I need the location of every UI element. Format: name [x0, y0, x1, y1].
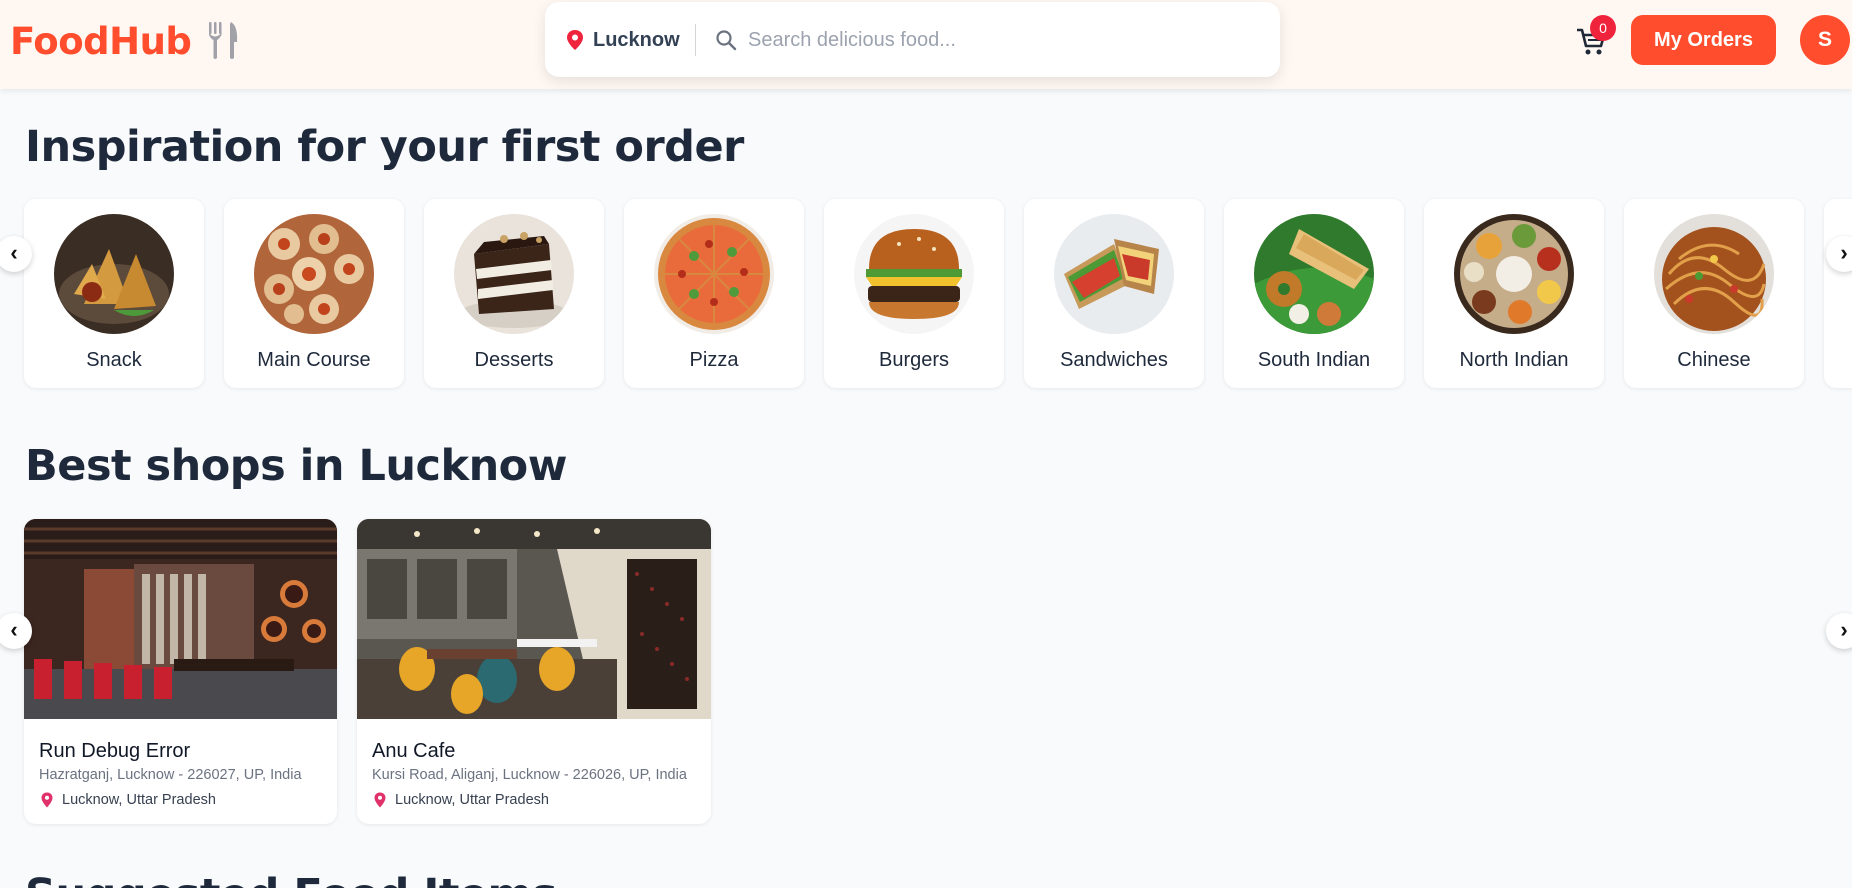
category-card-main-course[interactable]: Main Course — [224, 199, 404, 388]
category-label: Pizza — [689, 349, 739, 371]
shop-card-run-debug-error[interactable]: Run Debug Error Hazratganj, Lucknow - 22… — [24, 519, 337, 824]
shop-city: Lucknow, Uttar Pradesh — [395, 792, 549, 808]
pizza-image — [654, 214, 774, 334]
burgers-image — [854, 214, 974, 334]
location-pin-icon — [567, 30, 583, 50]
category-label: Main Course — [257, 349, 371, 371]
shop-address: Kursi Road, Aliganj, Lucknow - 226026, U… — [372, 767, 687, 783]
category-card-pizza[interactable]: Pizza — [624, 199, 804, 388]
category-card-snack[interactable]: Snack — [24, 199, 204, 388]
category-card-south-indian[interactable]: South Indian — [1224, 199, 1404, 388]
main-course-image — [254, 214, 374, 334]
location-selector[interactable]: Lucknow — [593, 29, 680, 52]
category-label: Burgers — [878, 349, 950, 371]
search-divider — [695, 24, 696, 56]
sandwiches-image — [1054, 214, 1174, 334]
chinese-image — [1654, 214, 1774, 334]
desserts-image — [454, 214, 574, 334]
category-card-desserts[interactable]: Desserts — [424, 199, 604, 388]
north-indian-image — [1454, 214, 1574, 334]
category-card-burgers[interactable]: Burgers — [824, 199, 1004, 388]
category-label: Chinese — [1677, 349, 1751, 371]
suggested-items-section-title: Suggested Food Items — [25, 870, 557, 888]
category-label: North Indian — [1459, 349, 1569, 371]
category-label: Desserts — [474, 349, 554, 371]
search-input[interactable] — [748, 22, 1248, 58]
shop-image — [357, 519, 711, 719]
fork-knife-icon — [209, 22, 238, 59]
my-orders-button[interactable]: My Orders — [1631, 15, 1776, 65]
app-logo[interactable]: FoodHub — [10, 20, 192, 63]
search-icon — [716, 30, 737, 51]
location-pin-icon — [374, 792, 386, 808]
shop-card-anu-cafe[interactable]: Anu Cafe Kursi Road, Aliganj, Lucknow - … — [357, 519, 711, 824]
search-bar: Lucknow — [545, 2, 1280, 77]
category-card-partial — [1824, 199, 1852, 388]
shop-name: Anu Cafe — [372, 740, 456, 762]
cart-count-badge: 0 — [1590, 15, 1616, 41]
shop-image — [24, 519, 337, 719]
user-avatar[interactable]: S — [1800, 15, 1850, 65]
shop-address: Hazratganj, Lucknow - 226027, UP, India — [39, 767, 302, 783]
top-header: FoodHub Lucknow 0 My Orders S — [0, 0, 1852, 89]
location-pin-icon — [41, 792, 53, 808]
category-label: South Indian — [1257, 349, 1371, 371]
category-card-north-indian[interactable]: North Indian — [1424, 199, 1604, 388]
category-card-chinese[interactable]: Chinese — [1624, 199, 1804, 388]
shops-section-title: Best shops in Lucknow — [25, 441, 567, 491]
shops-next-arrow[interactable]: › — [1826, 613, 1852, 649]
category-card-sandwiches[interactable]: Sandwiches — [1024, 199, 1204, 388]
category-label: Snack — [86, 349, 142, 371]
shop-city: Lucknow, Uttar Pradesh — [62, 792, 216, 808]
categories-section-title: Inspiration for your first order — [25, 122, 744, 172]
category-label: Sandwiches — [1060, 349, 1168, 371]
snack-image — [54, 214, 174, 334]
shop-name: Run Debug Error — [39, 740, 191, 762]
south-indian-image — [1254, 214, 1374, 334]
